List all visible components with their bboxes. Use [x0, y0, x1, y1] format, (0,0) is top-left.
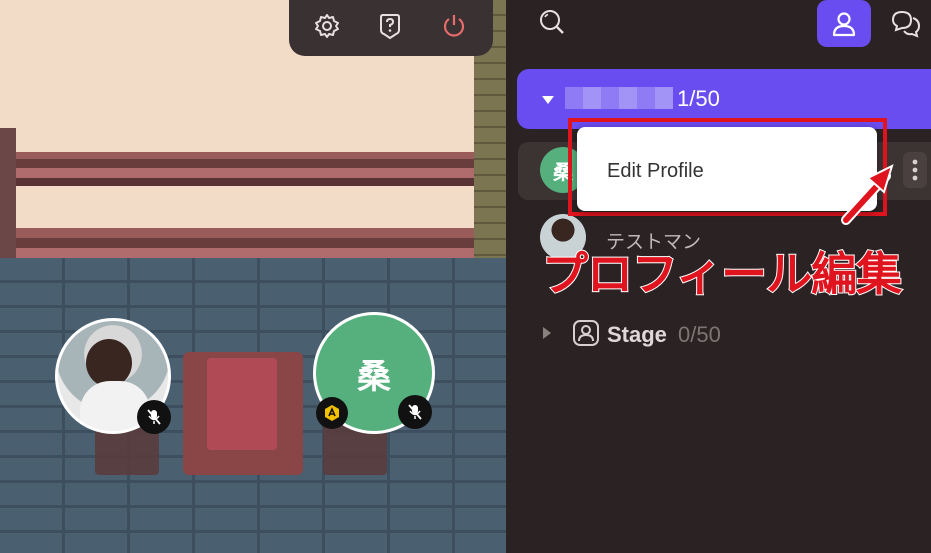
top-toolbar [289, 0, 493, 56]
edit-profile-menu-item[interactable]: Edit Profile [607, 160, 704, 183]
chevron-right-icon [543, 327, 551, 339]
kebab-menu-icon [912, 159, 918, 181]
group-count: 1/50 [677, 86, 720, 111]
person-icon [832, 11, 856, 36]
more-options-button[interactable] [903, 152, 927, 188]
wall-rail [0, 228, 474, 238]
mic-muted-icon [137, 400, 171, 434]
help-icon[interactable] [372, 8, 408, 44]
annotation-arrow-icon [841, 164, 894, 225]
wall-rail [0, 152, 474, 159]
annotation-label: プロフィール編集 [541, 247, 903, 301]
power-icon[interactable] [436, 8, 472, 44]
avatar-initial: 桑 [357, 357, 391, 396]
mic-muted-icon [398, 395, 432, 429]
context-menu: Edit Profile [577, 127, 877, 211]
chat-bubbles-icon[interactable] [888, 6, 924, 42]
chevron-down-icon [542, 96, 554, 104]
stage-row[interactable]: Stage 0/50 [518, 312, 931, 356]
game-view[interactable]: 桑 [0, 0, 506, 553]
pixelated-group-name [565, 87, 673, 109]
host-badge-icon [316, 397, 348, 429]
people-tab[interactable] [817, 0, 871, 47]
search-icon[interactable] [536, 6, 568, 38]
gear-icon[interactable] [309, 8, 345, 44]
stage-icon [573, 320, 599, 346]
stage-count: 0/50 [678, 322, 721, 347]
stage-label: Stage [607, 322, 667, 347]
